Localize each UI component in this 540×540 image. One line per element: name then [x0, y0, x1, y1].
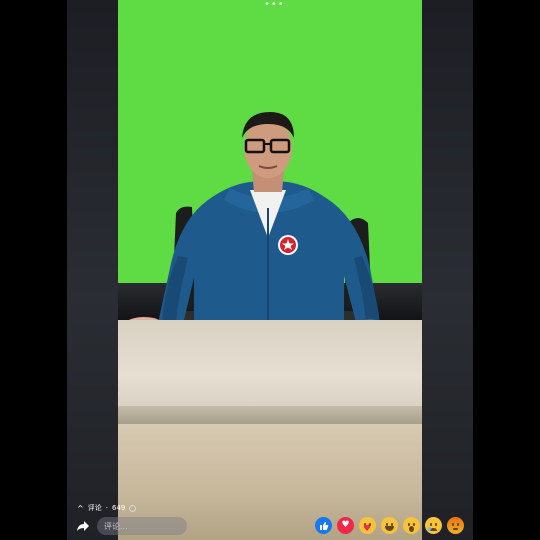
reaction-bar: ♥ ♥ — [315, 517, 464, 534]
care-icon[interactable]: ♥ — [359, 517, 376, 534]
share-arrow-icon[interactable] — [76, 519, 90, 533]
loading-ring-icon — [129, 504, 137, 512]
wow-icon[interactable] — [403, 517, 420, 534]
haha-icon[interactable] — [381, 517, 398, 534]
video-viewer: ••• ^ 评论 · 649 评论... ♥ ♥ — [67, 0, 473, 540]
desk-edge — [118, 406, 422, 424]
angry-icon[interactable] — [447, 517, 464, 534]
like-icon[interactable] — [315, 517, 332, 534]
separator: · — [105, 504, 108, 512]
comment-stats[interactable]: ^ 评论 · 649 — [77, 503, 137, 513]
love-icon[interactable]: ♥ — [337, 517, 354, 534]
comment-placeholder: 评论... — [104, 521, 128, 531]
video-frame[interactable]: ••• — [118, 0, 422, 540]
chevron-up-icon[interactable]: ^ — [77, 504, 84, 513]
man-at-desk — [120, 112, 382, 348]
comment-input[interactable]: 评论... — [97, 517, 187, 535]
comments-label: 评论 — [87, 504, 102, 512]
comment-count: 649 — [111, 504, 126, 512]
more-dots-icon[interactable]: ••• — [264, 0, 285, 10]
sad-icon[interactable] — [425, 517, 442, 534]
